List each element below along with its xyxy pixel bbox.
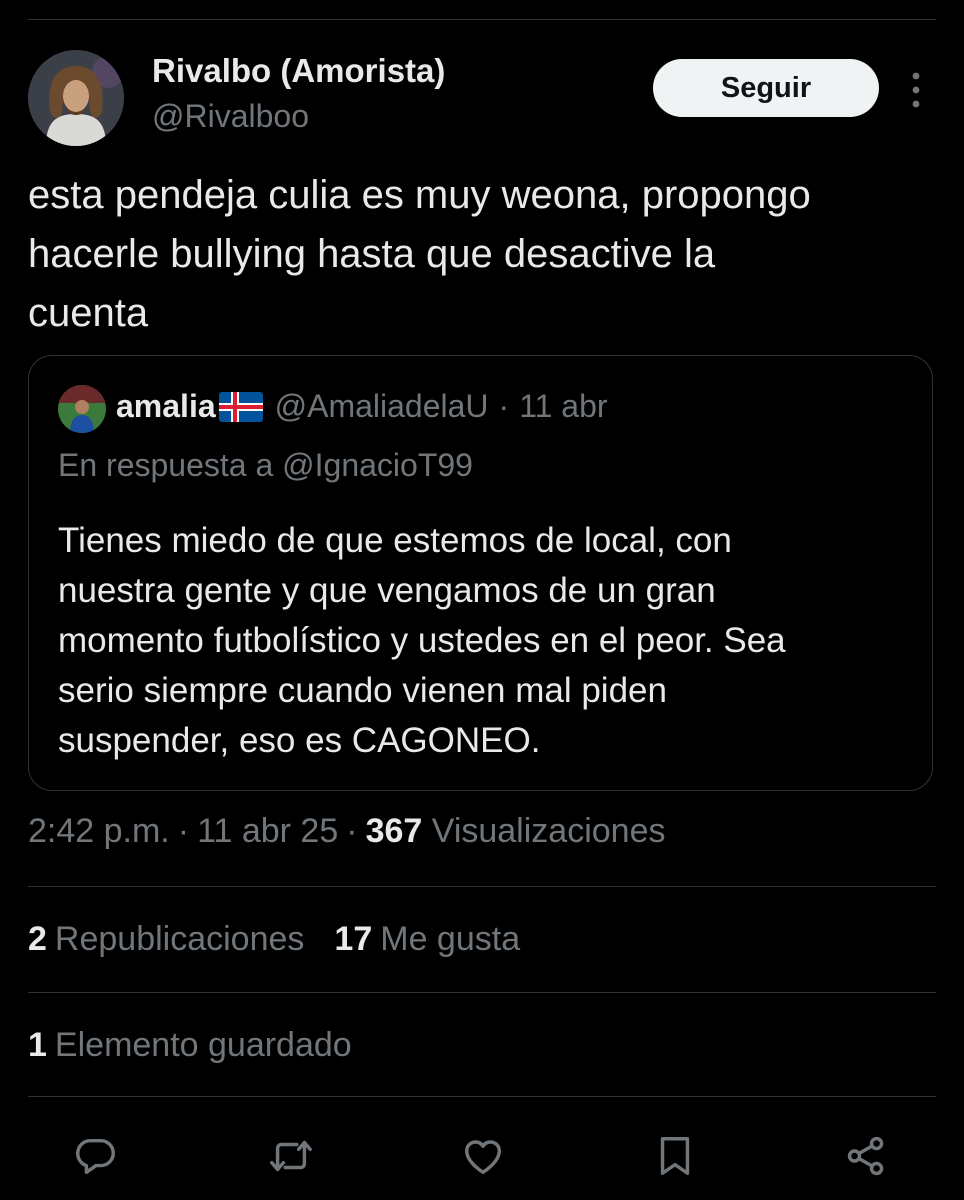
- author-handle[interactable]: @Rivalboo: [152, 98, 309, 135]
- likes-stat[interactable]: 17 Me gusta: [334, 920, 520, 959]
- bookmarks-count: 1: [28, 1026, 47, 1064]
- divider: [28, 992, 936, 993]
- likes-count: 17: [334, 920, 373, 958]
- action-bar: [0, 1128, 964, 1184]
- bookmarks-stat: 1 Elemento guardado: [28, 1026, 352, 1065]
- engagement-stats: 2 Republicaciones 17 Me gusta: [28, 920, 520, 959]
- meta-separator: ·: [177, 812, 190, 850]
- quoted-author-avatar: [58, 385, 106, 433]
- reposts-label: Republicaciones: [54, 920, 305, 958]
- reply-icon[interactable]: [68, 1128, 124, 1184]
- top-divider: [28, 19, 936, 20]
- reposts-count: 2: [28, 920, 47, 958]
- views-count: 367: [365, 812, 423, 850]
- author-display-name[interactable]: Rivalbo (Amorista): [152, 52, 445, 90]
- likes-label: Me gusta: [380, 920, 521, 958]
- quoted-tweet-header: amalia @AmaliadelaU · 11 abr: [116, 388, 608, 425]
- reposts-stat[interactable]: 2 Republicaciones: [28, 920, 304, 959]
- quoted-author-name[interactable]: amalia: [116, 388, 216, 425]
- author-avatar[interactable]: [28, 50, 124, 146]
- quoted-tweet-text: Tienes miedo de que estemos de local, co…: [58, 521, 786, 760]
- bookmark-icon[interactable]: [647, 1128, 703, 1184]
- share-icon[interactable]: [838, 1128, 894, 1184]
- meta-separator: ·: [346, 812, 358, 850]
- quoted-author-handle[interactable]: @AmaliadelaU: [275, 388, 489, 425]
- more-options-icon[interactable]: [902, 68, 930, 112]
- follow-button[interactable]: Seguir: [653, 59, 879, 117]
- like-icon[interactable]: [455, 1128, 511, 1184]
- tweet-date[interactable]: 11 abr 25: [197, 812, 338, 850]
- quoted-separator: ·: [498, 388, 510, 424]
- tweet-meta: 2:42 p.m. · 11 abr 25 · 367 Visualizaciones: [28, 812, 665, 851]
- quoted-date[interactable]: 11 abr: [519, 388, 607, 425]
- tweet-time[interactable]: 2:42 p.m.: [28, 812, 170, 850]
- repost-icon[interactable]: [263, 1128, 319, 1184]
- quoted-tweet-card[interactable]: amalia @AmaliadelaU · 11 abr En respuest…: [28, 355, 933, 791]
- reply-context[interactable]: En respuesta a @IgnacioT99: [58, 447, 473, 484]
- bookmarks-label: Elemento guardado: [54, 1026, 352, 1064]
- tweet-text: esta pendeja culia es muy weona, propong…: [28, 173, 811, 335]
- divider: [28, 1096, 936, 1097]
- divider: [28, 886, 936, 887]
- iceland-flag-icon: [218, 391, 263, 422]
- views-label: Visualizaciones: [431, 812, 666, 850]
